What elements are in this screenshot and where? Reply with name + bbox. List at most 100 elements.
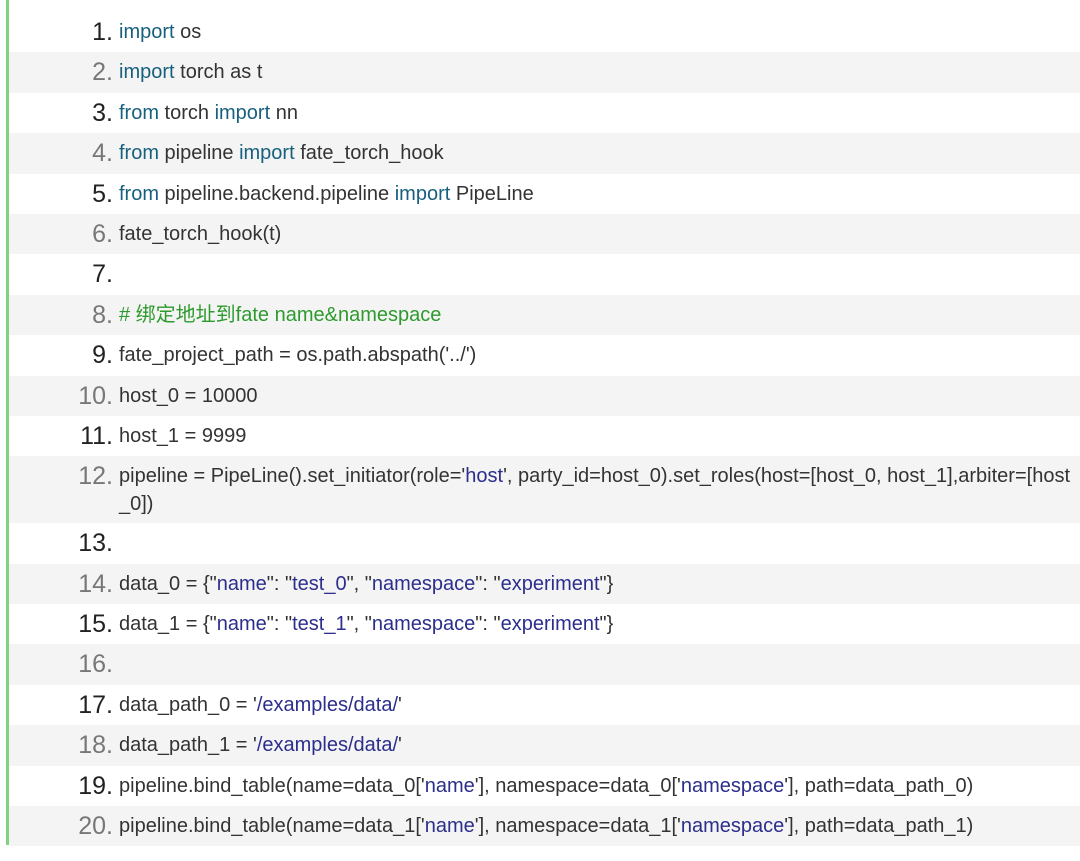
code-text: from torch import nn <box>113 99 1079 127</box>
code-text: # 绑定地址到fate name&namespace <box>113 301 1079 329</box>
code-line: 2. import torch as t <box>9 52 1080 93</box>
code-line: 7. <box>9 254 1080 294</box>
code-line: 6. fate_torch_hook(t) <box>9 213 1080 255</box>
string-token: test_0 <box>292 572 347 595</box>
code-text: data_path_1 = '/examples/data/' <box>113 731 1079 759</box>
line-number: 3. <box>92 98 113 127</box>
code-token: ": " <box>475 572 501 595</box>
keyword-token: import <box>394 182 451 205</box>
code-text: fate_torch_hook(t) <box>113 220 1079 248</box>
code-line: 12. pipeline = PipeLine().set_initiator(r… <box>9 456 1080 524</box>
line-number: 7. <box>92 260 113 289</box>
code-text: import os <box>113 18 1079 46</box>
line-number: 14. <box>78 569 113 598</box>
keyword-token: from <box>119 142 159 165</box>
code-token: PipeLine <box>450 182 534 205</box>
code-line: 5. from pipeline.backend.pipeline import … <box>9 174 1080 214</box>
string-token: namespace <box>680 774 785 797</box>
code-line: 8. # 绑定地址到fate name&namespace <box>9 294 1080 336</box>
code-token: host_1 = 9999 <box>119 424 247 447</box>
code-line: 4. from pipeline import fate_torch_hook <box>9 133 1080 174</box>
code-token: host_0 = 10000 <box>119 384 258 407</box>
line-number: 8. <box>92 300 113 329</box>
line-number: 20. <box>78 812 113 841</box>
line-number: 18. <box>78 731 113 760</box>
code-token: data_0 = {" <box>119 572 217 595</box>
string-token: experiment <box>500 613 600 636</box>
string-token: name <box>216 613 267 636</box>
code-line: 20. pipeline.bind_table(name=data_1['name… <box>9 806 1080 847</box>
code-text: host_1 = 9999 <box>113 422 1079 450</box>
code-line: 19. pipeline.bind_table(name=data_0['name… <box>9 766 1080 806</box>
string-token: /examples/data/ <box>256 734 399 757</box>
code-block: 1. import os 2. import torch as t 3. from tor… <box>6 0 1080 847</box>
string-token: name <box>216 572 267 595</box>
code-text: from pipeline.backend.pipeline import Pi… <box>113 180 1079 208</box>
code-token: data_path_1 = ' <box>119 734 257 757</box>
string-token: namespace <box>680 815 785 838</box>
code-text: data_1 = {"name": "test_1", "namespace":… <box>113 610 1079 638</box>
code-text: data_path_0 = '/examples/data/' <box>113 691 1079 719</box>
code-token: ": " <box>475 613 501 636</box>
code-token: ": " <box>266 572 293 595</box>
code-token: pipeline = PipeLine().set_initiator(role… <box>119 465 466 488</box>
code-line: 9. fate_project_path = os.path.abspath('.… <box>9 335 1080 375</box>
code-token: pipeline.bind_table(name=data_1[' <box>119 815 425 838</box>
code-line: 15. data_1 = {"name": "test_1", "namespac… <box>9 604 1080 644</box>
line-number: 16. <box>78 650 113 679</box>
code-token: "} <box>599 613 614 636</box>
keyword-token: from <box>119 101 159 124</box>
string-token: test_1 <box>292 613 347 636</box>
keyword-token: from <box>119 182 159 205</box>
code-line: 16. <box>9 644 1080 685</box>
string-token: namespace <box>371 572 476 595</box>
code-token: '], namespace=data_0[' <box>474 774 681 797</box>
code-text: pipeline.bind_table(name=data_1['name'],… <box>113 812 1079 840</box>
code-token: os <box>174 21 202 43</box>
line-number: 1. <box>92 18 113 46</box>
keyword-token: import <box>239 142 295 165</box>
line-number: 17. <box>78 690 113 719</box>
code-line: 18. data_path_1 = '/examples/data/' <box>9 725 1080 766</box>
code-token: '], path=data_path_1) <box>784 815 974 838</box>
line-number: 19. <box>78 771 113 800</box>
line-number: 15. <box>78 610 113 639</box>
code-token: pipeline.backend.pipeline <box>159 182 395 205</box>
code-line: 13. <box>9 523 1080 563</box>
line-number: 6. <box>92 219 113 248</box>
code-token: fate_torch_hook(t) <box>119 222 282 245</box>
string-token: host <box>465 465 504 488</box>
line-number: 12. <box>78 462 113 491</box>
code-line: 3. from torch import nn <box>9 93 1080 133</box>
code-token: "} <box>599 572 614 595</box>
line-number: 5. <box>92 179 113 208</box>
code-token: torch as t <box>174 61 263 84</box>
code-text: data_0 = {"name": "test_0", "namespace":… <box>113 570 1079 598</box>
code-text: pipeline.bind_table(name=data_0['name'],… <box>113 772 1079 800</box>
code-text: fate_project_path = os.path.abspath('../… <box>113 341 1079 369</box>
code-text: host_0 = 10000 <box>113 382 1079 410</box>
comment-token: # 绑定地址到fate name&namespace <box>119 303 442 326</box>
code-token: fate_torch_hook <box>294 142 444 165</box>
code-text: from pipeline import fate_torch_hook <box>113 139 1079 167</box>
code-token: '], namespace=data_1[' <box>474 815 681 838</box>
code-token: ": " <box>266 613 293 636</box>
string-token: /examples/data/ <box>256 693 399 716</box>
code-line: 10. host_0 = 10000 <box>9 375 1080 416</box>
code-token: pipeline <box>159 142 240 165</box>
code-token: ", " <box>346 572 372 595</box>
code-line: 1. import os <box>9 12 1080 52</box>
code-line: 11. host_1 = 9999 <box>9 416 1080 456</box>
string-token: name <box>424 774 475 797</box>
keyword-token: import <box>214 101 271 124</box>
code-token: data_path_0 = ' <box>119 693 257 716</box>
line-number: 2. <box>92 58 113 87</box>
string-token: experiment <box>500 572 600 595</box>
code-text: pipeline = PipeLine().set_initiator(role… <box>113 462 1079 518</box>
keyword-token: import <box>119 61 175 84</box>
code-token: '], path=data_path_0) <box>784 774 974 797</box>
code-token: ' <box>398 734 402 757</box>
code-token: torch <box>159 101 215 124</box>
string-token: namespace <box>371 613 476 636</box>
code-token: ", " <box>346 613 372 636</box>
